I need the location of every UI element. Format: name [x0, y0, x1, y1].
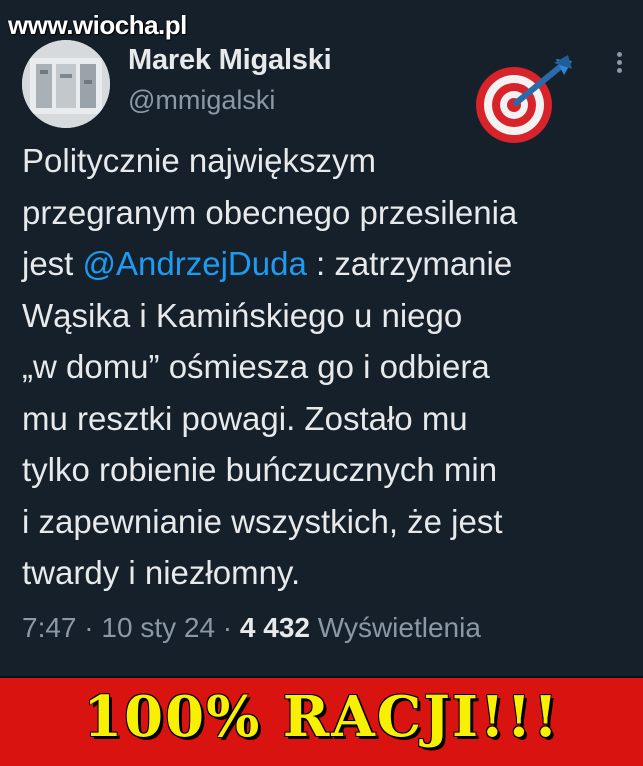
banner-text: 100% RACJI!!! [83, 684, 560, 750]
tweet-text-fragment: : zatrzymanie [306, 245, 513, 282]
more-dots-icon[interactable] [609, 52, 629, 74]
author-name[interactable]: Marek Migalski [128, 44, 332, 77]
tweet-text-line: Politycznie największym [22, 142, 376, 179]
caption-banner: 100% RACJI!!! [0, 678, 643, 766]
meta-separator: · [215, 612, 240, 643]
tweet-text-line: mu resztki powagi. Zostało mu [22, 399, 468, 437]
tweet-text-line-with-mention: jest @AndrzejDuda : zatrzymanie [22, 238, 622, 290]
tweet-date[interactable]: 10 sty 24 [101, 612, 215, 643]
mention-link[interactable]: @AndrzejDuda [83, 245, 307, 282]
tweet-text-line: i zapewnianie wszystkich, że jest [22, 502, 503, 540]
watermark: www.wiocha.pl [8, 10, 187, 40]
meme-frame: Marek Migalski @mmigalski Politycznie na… [0, 0, 643, 766]
tweet-text: Politycznie największym przegranym obecn… [22, 135, 622, 599]
views-count: 4 432 [239, 612, 310, 643]
views-label: Wyświetlenia [317, 612, 481, 643]
meta-separator: · [76, 612, 102, 643]
tweet-text-fragment: jest [22, 245, 83, 282]
avatar-image [22, 40, 110, 128]
tweet-text-line: twardy i niezłomny. [22, 554, 301, 591]
tweet-card: Marek Migalski @mmigalski Politycznie na… [0, 0, 643, 678]
tweet-time[interactable]: 7:47 [22, 612, 77, 643]
tweet-text-line: Wąsika i Kamińskiego u niego [22, 296, 463, 334]
author-handle[interactable]: @mmigalski [128, 85, 275, 116]
tweet-text-line: tylko robienie buńczucznych min [22, 451, 498, 488]
avatar[interactable] [22, 40, 110, 128]
tweet-text-line: „w domu” ośmiesza go i odbiera [22, 348, 490, 385]
dart-target-icon [476, 55, 572, 143]
tweet-meta: 7:47 · 10 sty 24 · 4 432 Wyświetlenia [22, 612, 481, 644]
tweet-text-line: przegranym obecnego przesilenia [22, 193, 518, 231]
